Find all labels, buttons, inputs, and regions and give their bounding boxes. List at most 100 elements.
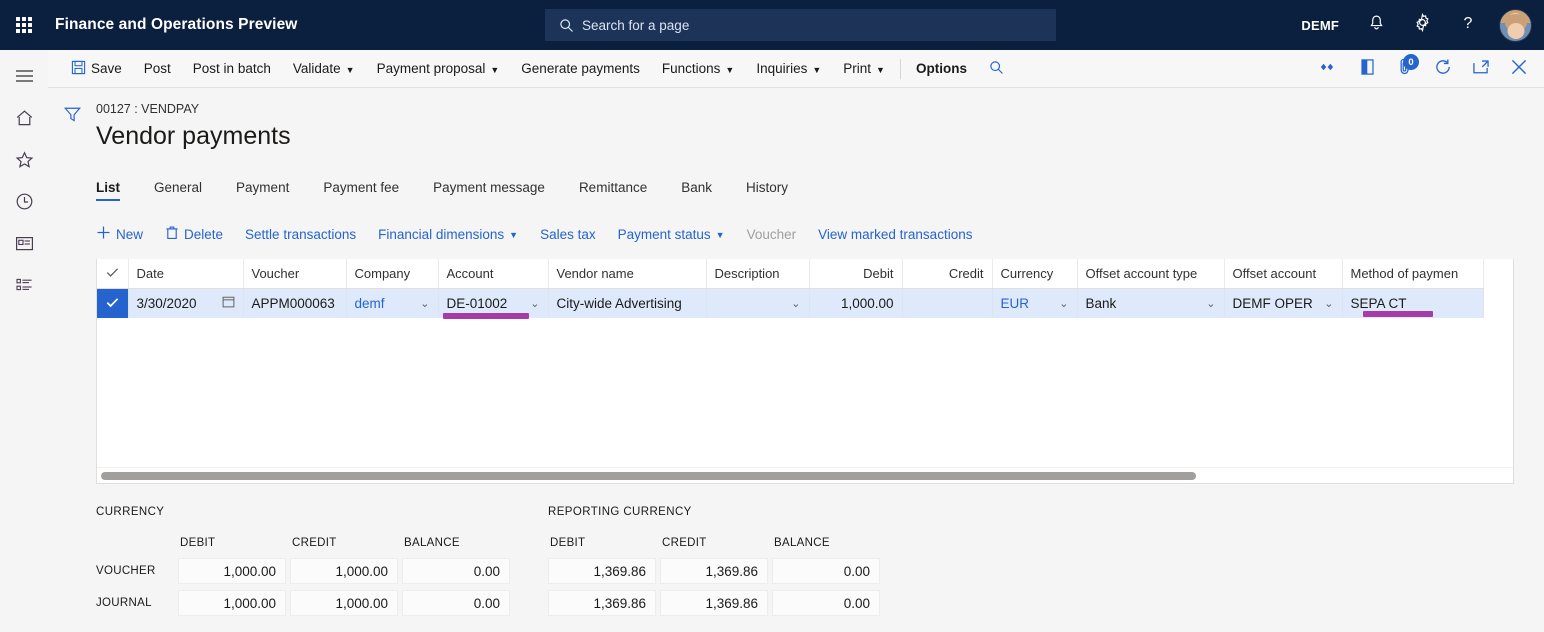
command-validate[interactable]: Validate ▼: [282, 50, 366, 88]
totals-row-journal: 1,369.86 1,369.86 0.00: [548, 590, 880, 616]
user-avatar[interactable]: [1499, 9, 1532, 42]
calendar-icon[interactable]: [222, 295, 235, 311]
cell-offset-account[interactable]: DEMF OPER ⌄: [1224, 288, 1342, 318]
open-in-office-button[interactable]: [1348, 50, 1386, 88]
cell-account[interactable]: DE-01002 ⌄: [438, 288, 548, 318]
cell-date[interactable]: 3/30/2020: [128, 288, 243, 318]
app-launcher-button[interactable]: [0, 0, 48, 50]
command-payment-proposal[interactable]: Payment proposal ▼: [366, 50, 511, 88]
select-all-header[interactable]: [97, 259, 128, 288]
sidebar-item-modules[interactable]: [0, 267, 48, 309]
command-options[interactable]: Options: [905, 50, 978, 88]
command-functions[interactable]: Functions ▼: [651, 50, 745, 88]
command-bar: Save Post Post in batch Validate ▼ Payme…: [48, 50, 1544, 88]
global-search-input[interactable]: [582, 18, 1012, 33]
column-header-description[interactable]: Description: [706, 259, 809, 288]
tab-history[interactable]: History: [746, 180, 788, 201]
totals-header-balance: BALANCE: [402, 534, 510, 552]
row-select-checkbox[interactable]: [97, 288, 128, 318]
cell-offset-account-type[interactable]: Bank ⌄: [1077, 288, 1224, 318]
tab-payment-fee[interactable]: Payment fee: [323, 180, 399, 201]
chevron-down-icon[interactable]: ⌄: [1059, 297, 1068, 310]
column-header-company[interactable]: Company: [346, 259, 438, 288]
chevron-down-icon[interactable]: ⌄: [530, 297, 539, 310]
tab-bank[interactable]: Bank: [681, 180, 712, 201]
chevron-down-icon[interactable]: ⌄: [1206, 297, 1215, 310]
column-header-credit[interactable]: Credit: [902, 259, 992, 288]
chevron-down-icon[interactable]: ⌄: [1324, 297, 1333, 310]
grid-settle-transactions-button[interactable]: Settle transactions: [245, 227, 356, 242]
refresh-button[interactable]: [1424, 50, 1462, 88]
close-button[interactable]: [1500, 50, 1538, 88]
grid-scrollbar-thumb[interactable]: [101, 472, 1196, 480]
grid-toolbar: New Delete Settle transactions Financial…: [96, 219, 1514, 249]
tab-list[interactable]: List: [96, 180, 120, 201]
grid-new-button[interactable]: New: [96, 225, 143, 243]
grid-financial-dimensions-button[interactable]: Financial dimensions ▼: [378, 227, 518, 242]
column-header-voucher[interactable]: Voucher: [243, 259, 346, 288]
sidebar-item-recent[interactable]: [0, 183, 48, 225]
grid-sales-tax-button[interactable]: Sales tax: [540, 227, 596, 242]
column-header-method-of-payment[interactable]: Method of paymen: [1342, 259, 1483, 288]
totals-row-label-header: [96, 534, 174, 552]
grid-payment-status-button[interactable]: Payment status ▼: [618, 227, 725, 242]
sidebar-item-workspaces[interactable]: [0, 225, 48, 267]
cell-company[interactable]: demf ⌄: [346, 288, 438, 318]
grid-horizontal-scrollbar[interactable]: [97, 467, 1513, 483]
cell-debit[interactable]: 1,000.00: [809, 288, 902, 318]
chevron-down-icon[interactable]: ⌄: [791, 297, 800, 310]
column-header-date[interactable]: Date: [128, 259, 243, 288]
search-icon: [559, 18, 574, 33]
tab-remittance[interactable]: Remittance: [579, 180, 647, 201]
cell-vendor-name[interactable]: City-wide Advertising: [548, 288, 706, 318]
share-button[interactable]: [1310, 50, 1348, 88]
cell-currency[interactable]: EUR ⌄: [992, 288, 1077, 318]
cell-description[interactable]: ⌄: [706, 288, 809, 318]
workspaces-icon: [15, 235, 34, 257]
table-row[interactable]: 3/30/2020 APPM000063: [97, 288, 1483, 318]
cell-credit[interactable]: [902, 288, 992, 318]
grid-payment-status-label: Payment status: [618, 227, 711, 242]
help-button[interactable]: ?: [1445, 0, 1491, 50]
cell-method-of-payment[interactable]: SEPA CT: [1342, 288, 1483, 318]
command-inquiries[interactable]: Inquiries ▼: [745, 50, 832, 88]
payments-table: Date Voucher Company Account Vendor name…: [97, 259, 1484, 318]
settings-button[interactable]: [1399, 0, 1445, 50]
column-header-offset-account[interactable]: Offset account: [1224, 259, 1342, 288]
tab-payment-message[interactable]: Payment message: [433, 180, 545, 201]
command-print-label: Print: [843, 61, 871, 76]
cell-voucher[interactable]: APPM000063: [243, 288, 346, 318]
attachments-button[interactable]: 0: [1386, 50, 1424, 88]
column-header-vendor-name[interactable]: Vendor name: [548, 259, 706, 288]
totals-rc-voucher-balance: 0.00: [772, 558, 880, 584]
sidebar-item-home[interactable]: [0, 99, 48, 141]
tab-general[interactable]: General: [154, 180, 202, 201]
totals-header-credit: CREDIT: [290, 534, 398, 552]
show-filters-button[interactable]: [57, 102, 87, 132]
command-print[interactable]: Print ▼: [832, 50, 896, 88]
notifications-button[interactable]: [1353, 0, 1399, 50]
svg-text:?: ?: [1464, 15, 1473, 32]
column-header-currency[interactable]: Currency: [992, 259, 1077, 288]
totals-voucher-credit: 1,000.00: [290, 558, 398, 584]
column-header-account[interactable]: Account: [438, 259, 548, 288]
totals-row-voucher: VOUCHER 1,000.00 1,000.00 0.00: [96, 558, 510, 584]
command-generate-payments[interactable]: Generate payments: [510, 50, 651, 88]
totals-journal-credit: 1,000.00: [290, 590, 398, 616]
column-header-debit[interactable]: Debit: [809, 259, 902, 288]
column-header-offset-account-type[interactable]: Offset account type: [1077, 259, 1224, 288]
chevron-down-icon[interactable]: ⌄: [420, 297, 429, 310]
command-save[interactable]: Save: [60, 50, 133, 88]
sidebar-item-favorites[interactable]: [0, 141, 48, 183]
nav-menu-button[interactable]: [0, 57, 48, 99]
star-icon: [15, 151, 34, 174]
command-bar-search-button[interactable]: [978, 50, 1015, 88]
tab-payment[interactable]: Payment: [236, 180, 289, 201]
company-selector[interactable]: DEMF: [1287, 18, 1353, 33]
grid-view-marked-transactions-button[interactable]: View marked transactions: [818, 227, 972, 242]
command-post-in-batch[interactable]: Post in batch: [182, 50, 282, 88]
popout-button[interactable]: [1462, 50, 1500, 88]
global-search-box[interactable]: [545, 9, 1056, 41]
grid-delete-button[interactable]: Delete: [165, 225, 223, 243]
command-post[interactable]: Post: [133, 50, 182, 88]
